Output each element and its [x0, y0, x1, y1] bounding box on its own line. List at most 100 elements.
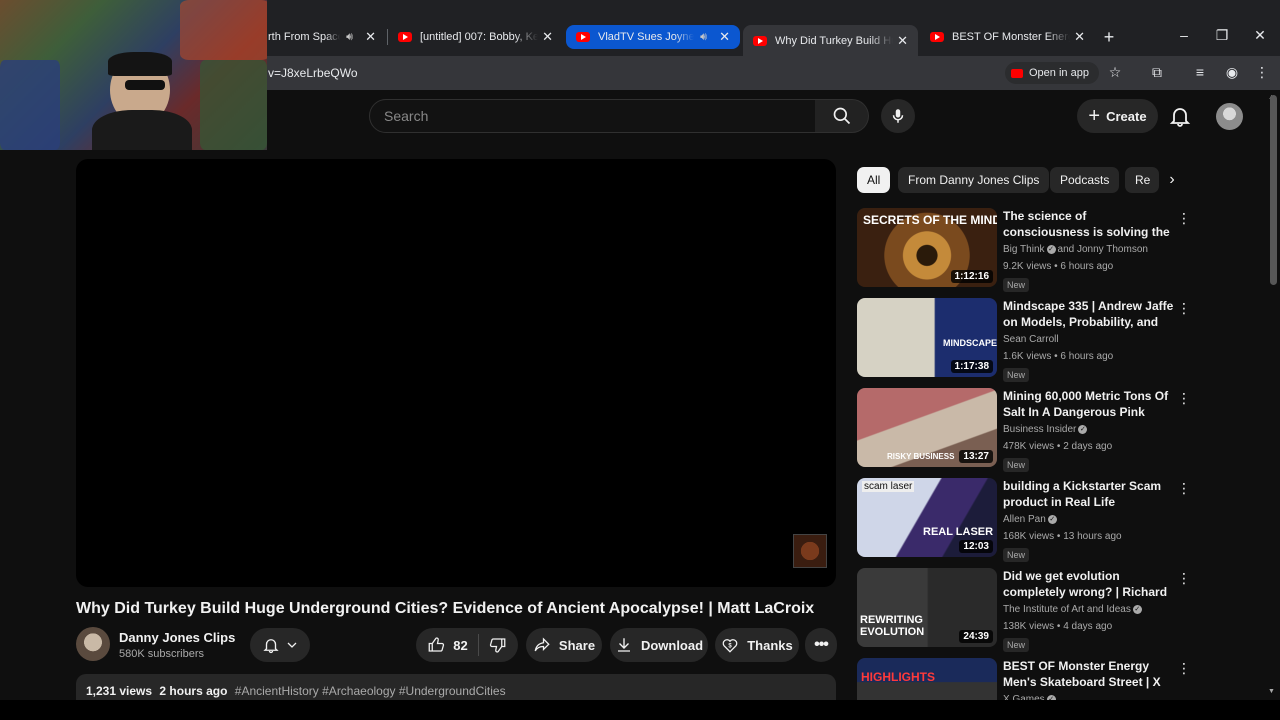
more-vertical-icon[interactable]: ⋮	[1177, 300, 1191, 317]
more-vertical-icon[interactable]: ⋮	[1177, 570, 1191, 587]
recommendation-title[interactable]: Mindscape 335 | Andrew Jaffe on Models, …	[1003, 298, 1175, 330]
more-actions-button[interactable]: •••	[805, 628, 837, 662]
extensions-icon[interactable]: ⧉	[1147, 64, 1167, 81]
close-tab-icon[interactable]: ✕	[897, 33, 908, 49]
chip-more[interactable]: Re	[1125, 167, 1159, 193]
speaker-icon[interactable]: 🔊︎	[346, 31, 353, 44]
duration-badge: 1:12:16	[950, 270, 993, 283]
channel-label: Allen Pan	[1003, 514, 1046, 525]
recommendation-channel[interactable]: Sean Carroll	[1003, 334, 1059, 345]
new-badge: New	[1003, 368, 1030, 382]
thanks-label: Thanks	[747, 637, 793, 653]
thumbnail-text: REWRITING EVOLUTION	[860, 614, 925, 638]
recommendation-meta: 138K views • 4 days ago	[1003, 621, 1113, 632]
share-button[interactable]: Share	[526, 628, 602, 662]
recommendation-channel[interactable]: Business Insider ✓	[1003, 424, 1089, 435]
thanks-button[interactable]: $ Thanks	[715, 628, 799, 662]
chip-all[interactable]: All	[857, 167, 891, 193]
like-icon[interactable]	[427, 636, 445, 654]
channel-label: Sean Carroll	[1003, 334, 1059, 345]
browser-tab-4-active[interactable]: Why Did Turkey Build Huge ✕	[743, 25, 918, 56]
recommendation-item[interactable]: REWRITING EVOLUTION 24:39 Did we get evo…	[857, 568, 1197, 652]
recommendation-meta: 1.6K views • 6 hours ago	[1003, 351, 1114, 362]
views-label: 478K views	[1003, 441, 1055, 452]
channel-watermark[interactable]	[793, 534, 827, 568]
recommendation-item[interactable]: MINDSCAPE 1:17:38 Mindscape 335 | Andrew…	[857, 298, 1197, 382]
thumbnail-text: SECRETS OF THE MIND	[863, 213, 997, 227]
video-player[interactable]	[76, 159, 836, 587]
recommendation-item[interactable]: RISKY BUSINESS 13:27 Mining 60,000 Metri…	[857, 388, 1197, 472]
recommendation-title[interactable]: building a Kickstarter Scam product in R…	[1003, 478, 1175, 510]
bottom-bar	[0, 700, 1280, 720]
recommendation-title[interactable]: BEST OF Monster Energy Men's Skateboard …	[1003, 658, 1175, 690]
browser-tab-1[interactable]: rth From Space 🔊︎ ✕	[258, 25, 386, 49]
more-vertical-icon[interactable]: ⋮	[1177, 210, 1191, 227]
recommendation-title[interactable]: Mining 60,000 Metric Tons Of Salt In A D…	[1003, 388, 1175, 420]
recommendation-channel[interactable]: Big Think ✓ and Jonny Thomson	[1003, 244, 1148, 255]
open-in-app-button[interactable]: Open in app	[1005, 62, 1099, 84]
duration-badge: 12:03	[959, 540, 993, 553]
chevron-right-icon[interactable]: ›	[1160, 167, 1184, 193]
recommendation-channel[interactable]: Allen Pan ✓	[1003, 514, 1059, 525]
profile-icon[interactable]: ◉	[1222, 64, 1242, 81]
minimize-icon[interactable]: –	[1174, 27, 1194, 43]
recommendation-title[interactable]: Did we get evolution completely wrong? |…	[1003, 568, 1175, 600]
more-vertical-icon[interactable]: ⋮	[1177, 390, 1191, 407]
views-label: 138K views	[1003, 621, 1055, 632]
views-label: 168K views	[1003, 531, 1055, 542]
video-thumbnail[interactable]: scam laser REAL LASER 12:03	[857, 478, 997, 557]
create-button[interactable]: + Create	[1077, 99, 1158, 133]
recommendation-title[interactable]: The science of consciousness is solving …	[1003, 208, 1175, 240]
page-scrollbar[interactable]	[1270, 95, 1277, 285]
browser-tab-5[interactable]: BEST OF Monster Energy M ✕	[920, 25, 1095, 49]
chip-podcasts[interactable]: Podcasts	[1050, 167, 1120, 193]
recommendation-item[interactable]: scam laser REAL LASER 12:03 building a K…	[857, 478, 1197, 562]
youtube-icon	[1011, 68, 1023, 78]
age-label: 4 days ago	[1063, 621, 1113, 632]
recommendation-item[interactable]: SECRETS OF THE MIND 1:12:16 The science …	[857, 208, 1197, 292]
close-tab-icon[interactable]: ✕	[719, 29, 730, 45]
thumbnail-text: HIGHLIGHTS	[861, 670, 935, 684]
channel-avatar[interactable]	[76, 627, 110, 661]
video-thumbnail[interactable]: SECRETS OF THE MIND 1:12:16	[857, 208, 997, 287]
voice-search-button[interactable]	[881, 99, 915, 133]
duration-badge: 24:39	[959, 630, 993, 643]
download-button[interactable]: Download	[610, 628, 708, 662]
more-vertical-icon[interactable]: ⋮	[1177, 480, 1191, 497]
recommendation-channel[interactable]: The Institute of Art and Ideas ✓	[1003, 604, 1144, 615]
browser-tab-2[interactable]: [untitled] 007: Bobby, Kevin ✕	[388, 25, 563, 49]
media-control-icon[interactable]: ≡	[1190, 64, 1210, 80]
url-field[interactable]: v=J8xeLrbeQWo	[268, 66, 358, 80]
browser-tab-3[interactable]: VladTV Sues Joyner Lucas 🔊︎ ✕	[566, 25, 740, 49]
plus-icon: +	[1088, 104, 1101, 127]
new-badge: New	[1003, 548, 1030, 562]
account-avatar[interactable]	[1216, 103, 1243, 130]
close-tab-icon[interactable]: ✕	[1074, 29, 1085, 45]
new-tab-button[interactable]: +	[1100, 27, 1118, 48]
video-thumbnail[interactable]: REWRITING EVOLUTION 24:39	[857, 568, 997, 647]
dislike-icon[interactable]	[489, 636, 507, 654]
chip-from-channel[interactable]: From Danny Jones Clips	[898, 167, 1050, 193]
bell-icon	[263, 639, 279, 654]
browser-menu-icon[interactable]: ⋮	[1252, 64, 1272, 81]
bookmark-star-icon[interactable]: ☆	[1105, 64, 1125, 81]
new-badge: New	[1003, 278, 1030, 292]
tab-title: [untitled] 007: Bobby, Kevin	[420, 31, 539, 43]
notifications-bell-icon[interactable]	[1168, 104, 1192, 128]
scroll-down-arrow-icon[interactable]: ▼	[1268, 688, 1275, 695]
channel-name[interactable]: Danny Jones Clips	[119, 630, 235, 645]
search-input[interactable]: Search	[369, 99, 816, 133]
recommendation-meta: 168K views • 13 hours ago	[1003, 531, 1122, 542]
search-button[interactable]	[815, 99, 869, 133]
hashtags[interactable]: #AncientHistory #Archaeology #Undergroun…	[235, 684, 506, 698]
speaker-icon[interactable]: 🔊︎	[700, 31, 707, 44]
new-badge: New	[1003, 458, 1030, 472]
close-window-icon[interactable]: ✕	[1250, 27, 1270, 44]
close-tab-icon[interactable]: ✕	[542, 29, 553, 45]
video-thumbnail[interactable]: MINDSCAPE 1:17:38	[857, 298, 997, 377]
subscription-bell-button[interactable]	[250, 628, 310, 662]
close-tab-icon[interactable]: ✕	[365, 29, 376, 45]
video-thumbnail[interactable]: RISKY BUSINESS 13:27	[857, 388, 997, 467]
restore-icon[interactable]: ❐	[1212, 27, 1232, 44]
more-vertical-icon[interactable]: ⋮	[1177, 660, 1191, 677]
